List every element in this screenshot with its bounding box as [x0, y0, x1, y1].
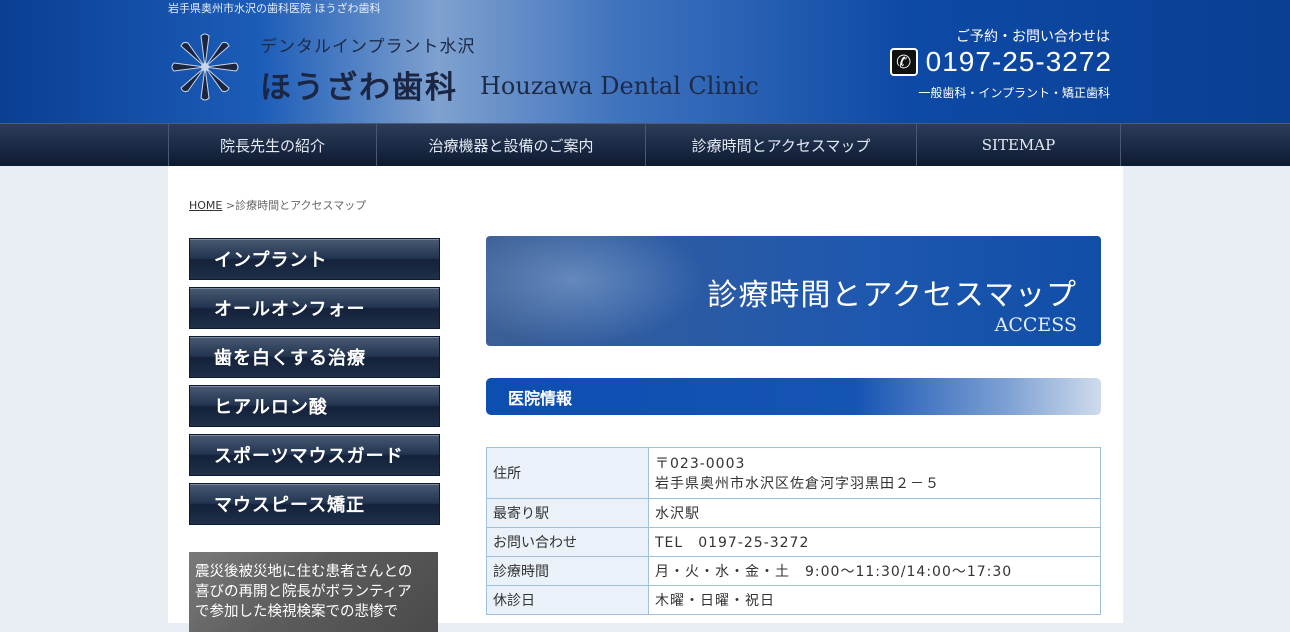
logo-title[interactable]: ほうざわ歯科: [260, 62, 458, 107]
page-banner-subtitle: ACCESS: [994, 314, 1077, 336]
table-value: 水沢駅: [648, 498, 1101, 528]
table-row: 最寄り駅 水沢駅: [486, 498, 1101, 528]
table-row: 診療時間 月・火・水・金・土 9:00〜11:30/14:00〜17:30: [486, 556, 1101, 586]
contact-note: ご予約・お問い合わせは: [956, 29, 1110, 45]
table-row: 住所 〒023-0003 岩手県奥州市水沢区佐倉河字羽黒田２－５: [486, 447, 1101, 499]
side-menu-whitening[interactable]: 歯を白くする治療: [189, 336, 440, 378]
phone-number[interactable]: 0197-25-3272: [926, 46, 1112, 78]
side-banner-line: 喜びの再開と院長がボランティア: [195, 584, 412, 600]
side-menu-implant[interactable]: インプラント: [189, 238, 440, 280]
side-menu: インプラント オールオンフォー 歯を白くする治療 ヒアルロン酸 スポーツマウスガ…: [189, 238, 440, 532]
nav-item-sitemap[interactable]: SITEMAP: [916, 124, 1121, 166]
breadcrumb-separator: >: [222, 199, 236, 212]
section-heading: 医院情報: [486, 378, 1101, 415]
global-nav: 院長先生の紹介 治療機器と設備のご案内 診療時間とアクセスマップ SITEMAP: [0, 123, 1290, 166]
side-banner-line: で参加した検視検案での悲惨で: [195, 604, 398, 620]
nav-item-equipment[interactable]: 治療機器と設備のご案内: [376, 124, 645, 166]
logo-subtitle: デンタルインプラント水沢: [260, 37, 476, 57]
leaf-fan-logo-icon[interactable]: [170, 32, 240, 102]
table-row: お問い合わせ TEL 0197-25-3272: [486, 527, 1101, 557]
address-street: 岩手県奥州市水沢区佐倉河字羽黒田２－５: [655, 476, 940, 492]
address-postal: 〒023-0003: [655, 456, 746, 472]
page-banner-title: 診療時間とアクセスマップ: [707, 278, 1077, 313]
table-label: 最寄り駅: [486, 498, 649, 528]
breadcrumb-current: 診療時間とアクセスマップ: [235, 199, 367, 212]
header-tagline: 岩手県奥州市水沢の歯科医院 ほうざわ歯科: [168, 2, 381, 15]
table-label: 住所: [486, 447, 649, 499]
breadcrumb: HOME >診療時間とアクセスマップ: [189, 197, 366, 213]
clinic-info-table: 住所 〒023-0003 岩手県奥州市水沢区佐倉河字羽黒田２－５ 最寄り駅 水沢…: [486, 447, 1101, 615]
breadcrumb-home-link[interactable]: HOME: [189, 199, 222, 212]
banner-image-shade: [486, 236, 706, 346]
table-value: TEL 0197-25-3272: [648, 527, 1101, 557]
table-value: 月・火・水・金・土 9:00〜11:30/14:00〜17:30: [648, 556, 1101, 586]
side-menu-all-on-four[interactable]: オールオンフォー: [189, 287, 440, 329]
main-content: HOME >診療時間とアクセスマップ インプラント オールオンフォー 歯を白くす…: [168, 166, 1123, 632]
page-banner: 診療時間とアクセスマップ ACCESS: [486, 236, 1101, 346]
phone-icon: ✆: [889, 48, 918, 76]
table-label: 診療時間: [486, 556, 649, 586]
nav-item-access[interactable]: 診療時間とアクセスマップ: [645, 124, 916, 166]
table-label: お問い合わせ: [486, 527, 649, 557]
table-value: 〒023-0003 岩手県奥州市水沢区佐倉河字羽黒田２－５: [648, 447, 1101, 499]
side-banner[interactable]: 震災後被災地に住む患者さんとの 喜びの再開と院長がボランティア で参加した検視検…: [189, 552, 438, 632]
nav-list: 院長先生の紹介 治療機器と設備のご案内 診療時間とアクセスマップ SITEMAP: [168, 124, 1290, 166]
nav-item-director[interactable]: 院長先生の紹介: [168, 124, 376, 166]
logo-english: Houzawa Dental Clinic: [480, 72, 759, 100]
site-header: 岩手県奥州市水沢の歯科医院 ほうざわ歯科 デンタルインプラント水沢 ほうざわ歯科…: [0, 0, 1290, 123]
side-banner-line: 震災後被災地に住む患者さんとの: [195, 564, 413, 580]
table-label: 休診日: [486, 585, 649, 615]
side-menu-aligner[interactable]: マウスピース矯正: [189, 483, 440, 525]
side-menu-hyaluronic[interactable]: ヒアルロン酸: [189, 385, 440, 427]
services-note: 一般歯科・インプラント・矯正歯科: [918, 86, 1110, 100]
header-inner: 岩手県奥州市水沢の歯科医院 ほうざわ歯科 デンタルインプラント水沢 ほうざわ歯科…: [168, 0, 1122, 123]
phone-row: ✆ 0197-25-3272: [889, 46, 1112, 78]
side-menu-mouthguard[interactable]: スポーツマウスガード: [189, 434, 440, 476]
table-row: 休診日 木曜・日曜・祝日: [486, 585, 1101, 615]
table-value: 木曜・日曜・祝日: [648, 585, 1101, 615]
